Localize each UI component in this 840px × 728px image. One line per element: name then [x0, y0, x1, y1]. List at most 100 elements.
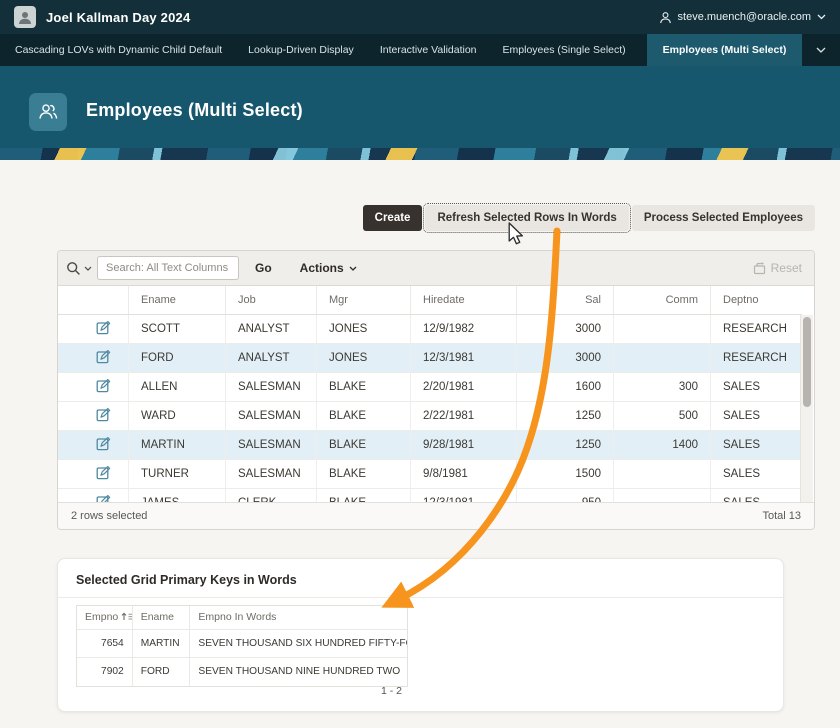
edit-cell [58, 344, 129, 372]
words-table-row: 7902 FORD SEVEN THOUSAND NINE HUNDRED TW… [77, 658, 407, 686]
col-header-comm[interactable]: Comm [614, 286, 711, 314]
cell-job: SALESMAN [226, 402, 317, 430]
actions-menu-button[interactable]: Actions [300, 261, 357, 275]
avatar-person-icon [17, 9, 33, 25]
user-menu[interactable]: steve.muench@oracle.com [659, 11, 826, 24]
table-row[interactable]: MARTIN SALESMAN BLAKE 9/28/1981 1250 140… [58, 431, 802, 460]
cell-job: ANALYST [226, 315, 317, 343]
nav-tabs: Cascading LOVs with Dynamic Child Defaul… [0, 34, 840, 66]
col-header-job[interactable]: Job [226, 286, 317, 314]
rows-selected-status: 2 rows selected [71, 510, 147, 522]
page-hero: Employees (Multi Select) [0, 66, 840, 148]
edit-row-icon[interactable] [96, 349, 111, 364]
cell-deptno: SALES [711, 402, 802, 430]
cell-comm: 1400 [614, 431, 711, 459]
reset-label: Reset [771, 261, 802, 275]
cell-hiredate: 9/28/1981 [411, 431, 517, 459]
search-scope-button[interactable] [66, 261, 92, 276]
grid-scrollbar[interactable] [800, 315, 813, 504]
edit-row-icon[interactable] [96, 320, 111, 335]
edit-row-icon[interactable] [96, 436, 111, 451]
table-row[interactable]: TURNER SALESMAN BLAKE 9/8/1981 1500 SALE… [58, 460, 802, 489]
cell-ename: WARD [129, 402, 226, 430]
words-col-words[interactable]: Empno In Words [190, 606, 407, 630]
cell-sal: 1600 [517, 373, 614, 401]
cell-job: ANALYST [226, 344, 317, 372]
col-header-sal[interactable]: Sal [517, 286, 614, 314]
words-header-row: Empno Ename Empno In Words [77, 606, 407, 630]
edit-row-icon[interactable] [96, 407, 111, 422]
hero-icon-chip [29, 93, 67, 131]
employees-grid-region: Go Actions Reset Ename Job Mgr Hir [57, 250, 815, 530]
cell-ename: SCOTT [129, 315, 226, 343]
cell-comm [614, 344, 711, 372]
edit-row-icon[interactable] [96, 378, 111, 393]
nav-tab[interactable]: Employees (Multi Select) [647, 34, 803, 66]
cell-hiredate: 2/22/1981 [411, 402, 517, 430]
edit-cell [58, 402, 129, 430]
nav-tab[interactable]: Interactive Validation [367, 34, 490, 66]
words-card-title: Selected Grid Primary Keys in Words [76, 573, 297, 587]
cell-comm [614, 460, 711, 488]
words-col-ename[interactable]: Ename [133, 606, 191, 630]
app-header: Joel Kallman Day 2024 steve.muench@oracl… [0, 0, 840, 34]
app-logo-avatar[interactable] [14, 6, 36, 28]
col-header-ename[interactable]: Ename [129, 286, 226, 314]
cell-hiredate: 12/3/1981 [411, 344, 517, 372]
process-selected-employees-button[interactable]: Process Selected Employees [632, 205, 815, 231]
col-header-mgr[interactable]: Mgr [317, 286, 411, 314]
action-button-row: Create Refresh Selected Rows In Words Pr… [363, 205, 815, 231]
create-button[interactable]: Create [363, 205, 423, 231]
cell-words: SEVEN THOUSAND SIX HUNDRED FIFTY-FOUR [190, 630, 407, 658]
people-icon [37, 102, 59, 122]
reset-button[interactable]: Reset [753, 261, 802, 275]
cell-ename: FORD [133, 658, 191, 686]
go-button[interactable]: Go [255, 261, 272, 275]
table-row[interactable]: ALLEN SALESMAN BLAKE 2/20/1981 1600 300 … [58, 373, 802, 402]
page: Joel Kallman Day 2024 steve.muench@oracl… [0, 0, 840, 728]
search-scope-chevron-icon [84, 266, 92, 271]
nav-tab[interactable]: Employees (Single Select) [490, 34, 639, 66]
cell-comm [614, 315, 711, 343]
nav-tab[interactable]: Lookup-Driven Display [235, 34, 367, 66]
cell-deptno: SALES [711, 373, 802, 401]
cell-empno: 7654 [77, 630, 133, 658]
words-table: Empno Ename Empno In Words 7654 MARTIN S… [76, 605, 408, 687]
cell-sal: 1250 [517, 402, 614, 430]
col-header-hiredate[interactable]: Hiredate [411, 286, 517, 314]
cell-mgr: BLAKE [317, 373, 411, 401]
cell-deptno: RESEARCH [711, 315, 802, 343]
page-title: Employees (Multi Select) [86, 100, 303, 121]
cell-job: SALESMAN [226, 460, 317, 488]
edit-row-icon[interactable] [96, 465, 111, 480]
col-header-deptno[interactable]: Deptno [711, 286, 802, 314]
cell-mgr: BLAKE [317, 460, 411, 488]
cell-hiredate: 2/20/1981 [411, 373, 517, 401]
nav-tab[interactable]: Cascading LOVs with Dynamic Child Defaul… [2, 34, 235, 66]
table-row[interactable]: FORD ANALYST JONES 12/3/1981 3000 RESEAR… [58, 344, 802, 373]
grid-body: SCOTT ANALYST JONES 12/9/1982 3000 RESEA… [58, 315, 802, 504]
card-divider [58, 597, 783, 598]
tabs-overflow-chevron-icon[interactable] [802, 34, 840, 66]
words-col-empno[interactable]: Empno [77, 606, 133, 630]
table-row[interactable]: SCOTT ANALYST JONES 12/9/1982 3000 RESEA… [58, 315, 802, 344]
app-title: Joel Kallman Day 2024 [46, 10, 190, 25]
col-header-edit[interactable] [58, 286, 129, 314]
cell-job: SALESMAN [226, 431, 317, 459]
pagination-label: 1 - 2 [76, 685, 408, 697]
refresh-selected-rows-button[interactable]: Refresh Selected Rows In Words [425, 205, 628, 231]
cell-comm: 300 [614, 373, 711, 401]
cell-sal: 1500 [517, 460, 614, 488]
cell-sal: 3000 [517, 344, 614, 372]
edit-cell [58, 460, 129, 488]
cell-words: SEVEN THOUSAND NINE HUNDRED TWO [190, 658, 407, 686]
grid-scrollbar-thumb[interactable] [803, 317, 811, 407]
cell-empno: 7902 [77, 658, 133, 686]
table-row[interactable]: WARD SALESMAN BLAKE 2/22/1981 1250 500 S… [58, 402, 802, 431]
cell-sal: 3000 [517, 315, 614, 343]
cell-job: SALESMAN [226, 373, 317, 401]
cell-mgr: JONES [317, 315, 411, 343]
user-icon [659, 11, 672, 24]
search-input[interactable] [97, 256, 239, 280]
actions-chevron-icon [349, 266, 357, 271]
